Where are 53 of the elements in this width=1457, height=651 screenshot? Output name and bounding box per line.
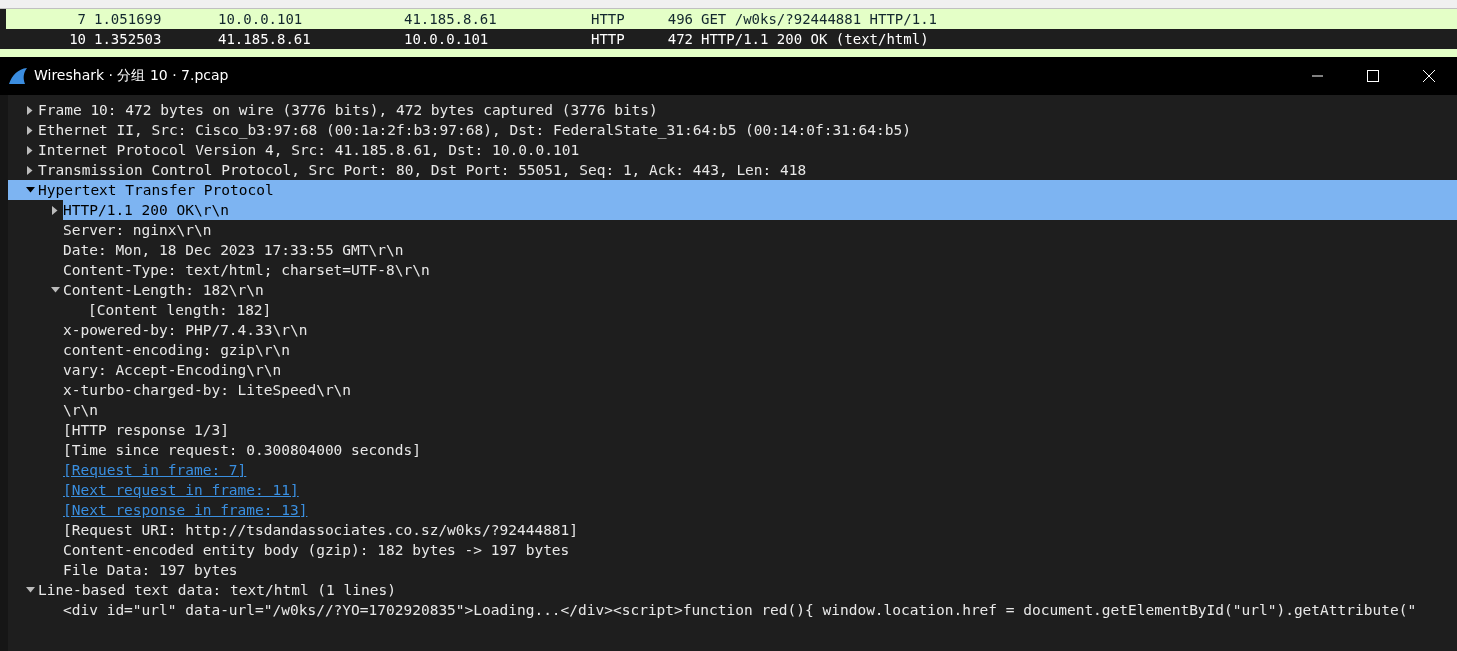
- expand-arrow-icon[interactable]: [27, 145, 33, 155]
- frame-link[interactable]: [Request in frame: 7]: [63, 460, 249, 480]
- frame-link[interactable]: [Next response in frame: 13]: [63, 500, 310, 520]
- tree-item[interactable]: [HTTP response 1/3]: [63, 420, 231, 440]
- tree-item[interactable]: Content-Length: 182\r\n: [63, 280, 266, 300]
- collapse-arrow-icon[interactable]: [50, 287, 60, 293]
- expand-arrow-icon[interactable]: [27, 105, 33, 115]
- frame-link[interactable]: [Next request in frame: 11]: [63, 480, 301, 500]
- minimize-icon: [1311, 75, 1323, 77]
- table-cell-text: 41.185.8.61: [217, 31, 312, 47]
- tree-item[interactable]: <div id="url" data-url="/w0ks//?YO=1702920835">Loading...</div><script>function red(){ window.location.href = document.getElementById("url").getAttribute(": [63, 600, 1419, 620]
- tree-item[interactable]: Line-based text data: text/html (1 lines): [38, 580, 398, 600]
- tree-item[interactable]: Content-encoded entity body (gzip): 182 bytes -> 197 bytes: [63, 540, 572, 560]
- close-icon: [1423, 70, 1435, 82]
- table-cell-text: HTTP: [590, 31, 626, 47]
- tree-item[interactable]: \r\n: [63, 400, 100, 420]
- tree-item[interactable]: Content-Type: text/html; charset=UTF-8\r\n: [63, 260, 432, 280]
- tree-item[interactable]: Date: Mon, 18 Dec 2023 17:33:55 GMT\r\n: [63, 240, 406, 260]
- table-cell-text: 1.051699: [93, 11, 163, 27]
- collapse-arrow-icon[interactable]: [25, 187, 35, 193]
- table-cell-text: 496: [666, 11, 694, 27]
- table-cell-text: 10.0.0.101: [403, 31, 490, 47]
- table-cell-text: GET /w0ks/?92444881 HTTP/1.1: [700, 11, 938, 27]
- maximize-icon: [1367, 70, 1379, 82]
- table-cell-text: 472: [666, 31, 694, 47]
- tree-item[interactable]: x-powered-by: PHP/7.4.33\r\n: [63, 320, 310, 340]
- tree-item[interactable]: Frame 10: 472 bytes on wire (3776 bits), 472 bytes captured (3776 bits): [38, 100, 660, 120]
- table-cell-text: HTTP: [590, 11, 626, 27]
- tree-item[interactable]: x-turbo-charged-by: LiteSpeed\r\n: [63, 380, 354, 400]
- expand-arrow-icon[interactable]: [27, 165, 33, 175]
- tree-item[interactable]: File Data: 197 bytes: [63, 560, 240, 580]
- tree-item[interactable]: Internet Protocol Version 4, Src: 41.185.8.61, Dst: 10.0.0.101: [38, 140, 582, 160]
- shark-fin-icon: [8, 67, 28, 85]
- tree-item[interactable]: [Time since request: 0.300804000 seconds]: [63, 440, 423, 460]
- table-cell-text: 10.0.0.101: [217, 11, 304, 27]
- tree-item[interactable]: [Content length: 182]: [88, 300, 274, 320]
- table-cell-text: 7: [76, 11, 87, 27]
- tree-item[interactable]: HTTP/1.1 200 OK\r\n: [63, 200, 1457, 220]
- packet-row[interactable]: 10 1.352503 41.185.8.61 10.0.0.101 HTTP 472 HTTP/1.1 200 OK (text/html): [0, 29, 1457, 49]
- collapse-arrow-icon[interactable]: [25, 587, 35, 593]
- expand-arrow-icon[interactable]: [52, 205, 58, 215]
- tree-item[interactable]: [Request URI: http://tsdandassociates.co.sz/w0ks/?92444881]: [63, 520, 581, 540]
- window-title: Wireshark · 分组 10 · 7.pcap: [34, 67, 229, 85]
- expand-arrow-icon[interactable]: [27, 125, 33, 135]
- tree-item[interactable]: Server: nginx\r\n: [63, 220, 214, 240]
- tree-item[interactable]: content-encoding: gzip\r\n: [63, 340, 292, 360]
- tree-item[interactable]: Ethernet II, Src: Cisco_b3:97:68 (00:1a:2f:b3:97:68), Dst: FederalState_31:64:b5 (00:14:0f:31:64:b5): [38, 120, 913, 140]
- table-cell-text: 1.352503: [93, 31, 163, 47]
- tree-item[interactable]: vary: Accept-Encoding\r\n: [63, 360, 284, 380]
- table-cell-text: 10: [68, 31, 87, 47]
- tree-item[interactable]: Transmission Control Protocol, Src Port: 80, Dst Port: 55051, Seq: 1, Ack: 443, Len: 418: [38, 160, 809, 180]
- table-cell-text: 41.185.8.61: [403, 11, 498, 27]
- table-cell-text: HTTP/1.1 200 OK (text/html): [700, 31, 930, 47]
